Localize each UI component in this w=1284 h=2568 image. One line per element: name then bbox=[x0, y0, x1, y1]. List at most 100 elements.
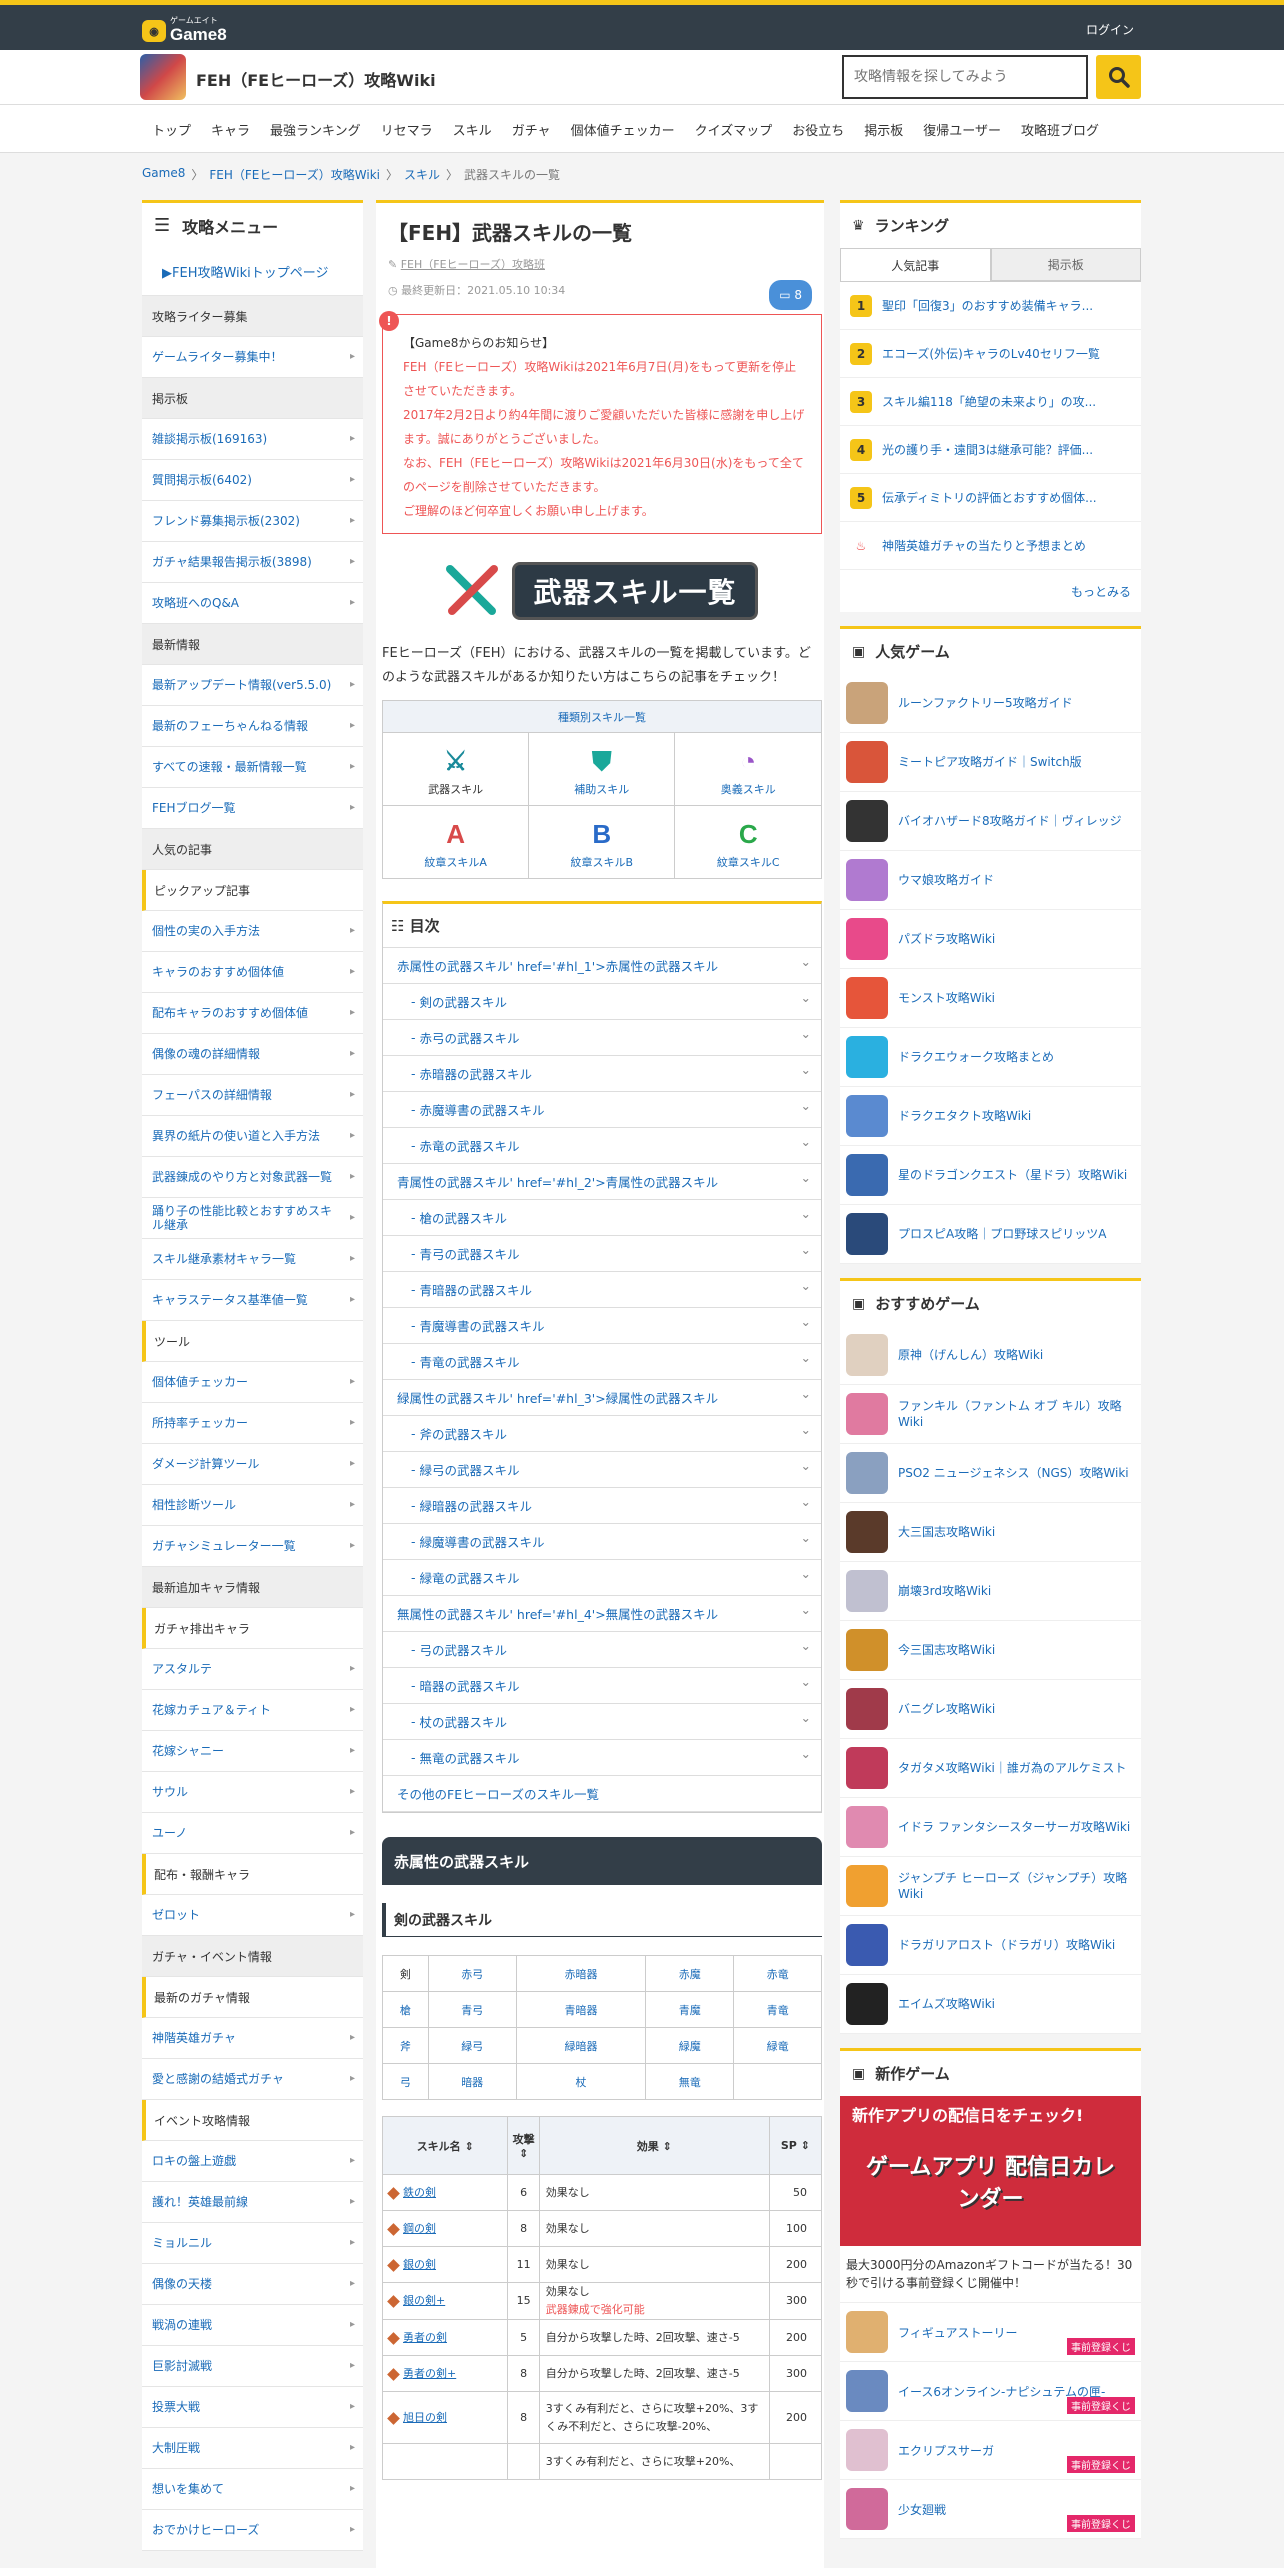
menu-link[interactable]: 戦渦の連戦 bbox=[142, 2305, 363, 2346]
game-link[interactable]: ファンキル（ファントム オブ キル）攻略Wiki bbox=[840, 1385, 1141, 1444]
new-game-link[interactable]: 少女廻戦 事前登録くじ bbox=[840, 2480, 1141, 2539]
game-link[interactable]: PSO2 ニュージェネシス（NGS）攻略Wiki bbox=[840, 1444, 1141, 1503]
menu-link[interactable]: 神階英雄ガチャ bbox=[142, 2018, 363, 2059]
category-cell[interactable]: B 紋章スキルB bbox=[528, 805, 676, 879]
menu-link[interactable]: 個体値チェッカー bbox=[142, 1362, 363, 1403]
skill-column-header[interactable]: 効果 ⇕ bbox=[538, 2116, 770, 2175]
breadcrumb-item[interactable]: スキル bbox=[404, 166, 440, 183]
game-link[interactable]: 大三国志攻略Wiki bbox=[840, 1503, 1141, 1562]
game-link[interactable]: バニグレ攻略Wiki bbox=[840, 1680, 1141, 1739]
site-icon[interactable] bbox=[140, 54, 186, 100]
toc-item[interactable]: 赤属性の武器スキル' href='#hl_1'>赤属性の武器スキル bbox=[383, 948, 821, 984]
skill-link[interactable]: 勇者の剣+ bbox=[389, 2367, 456, 2380]
new-game-link[interactable]: イース6オンライン-ナピシュテムの匣- 事前登録くじ bbox=[840, 2362, 1141, 2421]
toc-item[interactable]: - 緑魔導書の武器スキル bbox=[383, 1524, 821, 1560]
weapon-type-link[interactable]: 弓 bbox=[382, 2063, 429, 2100]
game-link[interactable]: パズドラ攻略Wiki bbox=[840, 910, 1141, 969]
author-link[interactable]: FEH（FEヒーローズ）攻略班 bbox=[401, 258, 545, 271]
menu-link[interactable]: 最新のフェーちゃんねる情報 bbox=[142, 706, 363, 747]
promo-text[interactable]: 最大3000円分のAmazonギフトコードが当たる！30秒で引ける事前登録くじ開… bbox=[840, 2246, 1141, 2303]
ranking-item[interactable]: 5 伝承ディミトリの評価とおすすめ個体... bbox=[840, 474, 1141, 522]
nav-item[interactable]: お役立ち bbox=[782, 120, 854, 139]
weapon-type-link[interactable]: 赤暗器 bbox=[515, 1955, 647, 1992]
breadcrumb-item[interactable]: FEH（FEヒーローズ）攻略Wiki bbox=[209, 166, 380, 183]
nav-item[interactable]: スキル bbox=[443, 120, 502, 139]
menu-link[interactable]: ゼロット bbox=[142, 1895, 363, 1936]
menu-link[interactable]: 質問掲示板(6402) bbox=[142, 460, 363, 501]
toc-item[interactable]: - 杖の武器スキル bbox=[383, 1704, 821, 1740]
game-link[interactable]: プロスピA攻略｜プロ野球スピリッツA bbox=[840, 1205, 1141, 1264]
weapon-type-link[interactable]: 無竜 bbox=[645, 2063, 735, 2100]
game-link[interactable]: イドラ ファンタシースターサーガ攻略Wiki bbox=[840, 1798, 1141, 1857]
category-cell[interactable]: ⛊ 補助スキル bbox=[528, 732, 676, 806]
menu-link[interactable]: 花嫁シャニー bbox=[142, 1731, 363, 1772]
tab-popular-articles[interactable]: 人気記事 bbox=[840, 248, 991, 281]
menu-link[interactable]: ミョルニル bbox=[142, 2223, 363, 2264]
toc-item[interactable]: - 緑暗器の武器スキル bbox=[383, 1488, 821, 1524]
weapon-type-link[interactable]: 青暗器 bbox=[515, 1991, 647, 2028]
menu-top-link[interactable]: ▶FEH攻略Wikiトップページ bbox=[142, 248, 363, 296]
toc-item[interactable]: - 緑弓の武器スキル bbox=[383, 1452, 821, 1488]
pre-register-badge[interactable]: 事前登録くじ bbox=[1067, 2338, 1135, 2355]
category-cell[interactable]: ⚔ 武器スキル bbox=[381, 732, 530, 806]
login-link[interactable]: ログイン bbox=[1086, 21, 1134, 38]
game-link[interactable]: ウマ娘攻略ガイド bbox=[840, 851, 1141, 910]
menu-link[interactable]: ユーノ bbox=[142, 1813, 363, 1854]
weapon-type-link[interactable]: 緑魔 bbox=[645, 2027, 735, 2064]
game-link[interactable]: ドラクエタクト攻略Wiki bbox=[840, 1087, 1141, 1146]
weapon-type-link[interactable]: 槍 bbox=[382, 1991, 429, 2028]
weapon-type-link[interactable]: 青魔 bbox=[645, 1991, 735, 2028]
nav-item[interactable]: 復帰ユーザー bbox=[913, 120, 1011, 139]
weapon-type-link[interactable]: 緑暗器 bbox=[515, 2027, 647, 2064]
new-game-link[interactable]: エクリプスサーガ 事前登録くじ bbox=[840, 2421, 1141, 2480]
toc-item[interactable]: - 青竜の武器スキル bbox=[383, 1344, 821, 1380]
menu-link[interactable]: 異界の紙片の使い道と入手方法 bbox=[142, 1116, 363, 1157]
weapon-type-link[interactable]: 青弓 bbox=[427, 1991, 517, 2028]
search-button[interactable] bbox=[1096, 55, 1141, 99]
ranking-item[interactable]: 2 エコーズ(外伝)キャラのLv40セリフ一覧 bbox=[840, 330, 1141, 378]
weapon-type-link[interactable]: 赤弓 bbox=[427, 1955, 517, 1992]
search-input[interactable] bbox=[842, 55, 1088, 99]
category-cell[interactable]: A 紋章スキルA bbox=[381, 805, 530, 879]
menu-link[interactable]: 配布キャラのおすすめ個体値 bbox=[142, 993, 363, 1034]
menu-link[interactable]: ダメージ計算ツール bbox=[142, 1444, 363, 1485]
toc-item[interactable]: - 赤暗器の武器スキル bbox=[383, 1056, 821, 1092]
toc-item[interactable]: - 青暗器の武器スキル bbox=[383, 1272, 821, 1308]
game8-logo[interactable]: ◉ ゲームエイト Game8 bbox=[142, 17, 227, 45]
game-link[interactable]: 今三国志攻略Wiki bbox=[840, 1621, 1141, 1680]
game-link[interactable]: バイオハザード8攻略ガイド｜ヴィレッジ bbox=[840, 792, 1141, 851]
game-link[interactable]: ドラクエウォーク攻略まとめ bbox=[840, 1028, 1141, 1087]
toc-item[interactable]: - 弓の武器スキル bbox=[383, 1632, 821, 1668]
nav-item[interactable]: 最強ランキング bbox=[260, 120, 371, 139]
comment-count-button[interactable]: ▭ 8 bbox=[769, 280, 812, 310]
game-link[interactable]: 崩壊3rd攻略Wiki bbox=[840, 1562, 1141, 1621]
skill-column-header[interactable]: 攻撃 ⇕ bbox=[507, 2116, 540, 2175]
menu-link[interactable]: 武器錬成のやり方と対象武器一覧 bbox=[142, 1157, 363, 1198]
toc-item[interactable]: - 赤弓の武器スキル bbox=[383, 1020, 821, 1056]
weapon-type-link[interactable]: 赤魔 bbox=[645, 1955, 735, 1992]
skill-link[interactable]: 鋼の剣 bbox=[389, 2222, 436, 2235]
game-link[interactable]: モンスト攻略Wiki bbox=[840, 969, 1141, 1028]
menu-link[interactable]: ガチャ結果報告掲示板(3898) bbox=[142, 542, 363, 583]
toc-item[interactable]: - 暗器の武器スキル bbox=[383, 1668, 821, 1704]
ranking-item[interactable]: 3 スキル編118「絶望の未来より」の攻... bbox=[840, 378, 1141, 426]
nav-item[interactable]: 個体値チェッカー bbox=[561, 120, 685, 139]
nav-item[interactable]: リセマラ bbox=[371, 120, 443, 139]
menu-link[interactable]: キャラステータス基準値一覧 bbox=[142, 1280, 363, 1321]
nav-item[interactable]: クイズマップ bbox=[685, 120, 783, 139]
nav-item[interactable]: ガチャ bbox=[502, 120, 561, 139]
weapon-type-link[interactable]: 赤竜 bbox=[733, 1955, 822, 1992]
menu-link[interactable]: 投票大戦 bbox=[142, 2387, 363, 2428]
menu-link[interactable]: フレンド募集掲示板(2302) bbox=[142, 501, 363, 542]
nav-item[interactable]: 攻略班ブログ bbox=[1011, 120, 1109, 139]
ranking-item[interactable]: 4 光の護り手・遠間3は継承可能？評価... bbox=[840, 426, 1141, 474]
toc-item[interactable]: 青属性の武器スキル' href='#hl_2'>青属性の武器スキル bbox=[383, 1164, 821, 1200]
menu-link[interactable]: ゲームライター募集中！ bbox=[142, 337, 363, 378]
weapon-type-link[interactable]: 緑竜 bbox=[733, 2027, 822, 2064]
pre-register-badge[interactable]: 事前登録くじ bbox=[1067, 2397, 1135, 2414]
game-link[interactable]: ルーンファクトリー5攻略ガイド bbox=[840, 674, 1141, 733]
menu-link[interactable]: FEHブログ一覧 bbox=[142, 788, 363, 829]
menu-link[interactable]: 偶像の天楼 bbox=[142, 2264, 363, 2305]
nav-item[interactable]: トップ bbox=[142, 120, 201, 139]
skill-link[interactable]: 旭日の剣 bbox=[389, 2411, 447, 2424]
